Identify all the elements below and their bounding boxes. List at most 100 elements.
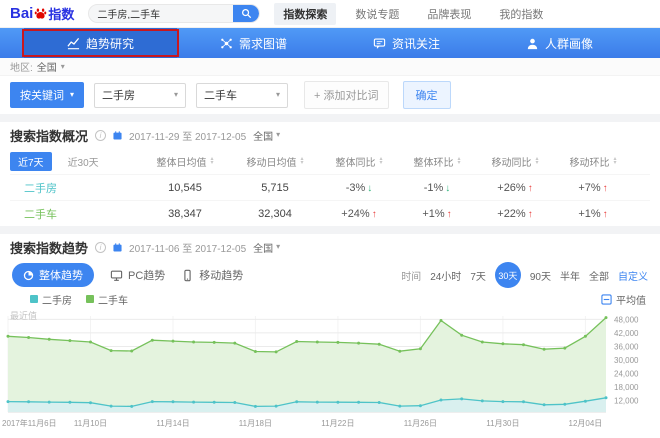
svg-text:48,000: 48,000 — [614, 315, 639, 324]
svg-text:11月14日: 11月14日 — [156, 419, 189, 428]
table-row: 二手车 38,347 32,304 +24% ↑ +1% ↑ +22% ↑ +1% ↑ — [10, 200, 650, 226]
row-change: +26% ↑ — [497, 181, 533, 194]
view-tabs: 整体趋势 PC趋势 移动趋势 — [12, 263, 243, 287]
arrow-down-icon: ↓ — [445, 182, 451, 194]
arrow-up-icon: ↑ — [371, 208, 377, 220]
range-tab[interactable]: 近7天 — [10, 151, 52, 171]
legend-swatch — [30, 295, 38, 303]
top-nav-item[interactable]: 数说专题 — [346, 3, 408, 25]
sort-icon: ▴ ▾ — [379, 156, 383, 166]
top-nav-item[interactable]: 品牌表现 — [418, 3, 480, 25]
chevron-down-icon: ▾ — [174, 90, 179, 99]
row-keyword[interactable]: 二手车 — [10, 206, 140, 222]
row-keyword[interactable]: 二手房 — [10, 180, 140, 196]
region-bar: 地区: 全国 ▾ — [0, 58, 660, 76]
section-divider — [0, 114, 660, 122]
keyword-inputs: 二手房 ▾ 二手车 ▾ — [94, 82, 289, 108]
row-value: 5,715 — [261, 181, 289, 194]
row-value: 38,347 — [168, 207, 202, 220]
view-tab-label: 整体趋势 — [39, 270, 83, 282]
search-button[interactable] — [233, 5, 260, 22]
sort-icon: ▴ ▾ — [457, 156, 461, 166]
view-tab[interactable]: PC趋势 — [110, 267, 165, 283]
search-input[interactable] — [89, 8, 234, 19]
subnav-item-news[interactable]: 资讯关注 — [330, 28, 483, 58]
trend-controls: 整体趋势 PC趋势 移动趋势 时间 24小时 7天 30天 90天 半年 全部 自定义 — [0, 260, 660, 290]
chevron-down-icon: ▾ — [276, 90, 281, 99]
row-change: +1% ↑ — [578, 207, 608, 220]
region-label: 地区: — [10, 63, 33, 74]
row-change: +1% ↑ — [422, 207, 452, 220]
info-icon[interactable]: i — [95, 241, 107, 253]
column-label: 移动环比 — [569, 157, 610, 169]
column-header[interactable]: 移动环比 ▴ ▾ — [554, 154, 632, 169]
svg-text:11月18日: 11月18日 — [239, 419, 272, 428]
section-divider — [0, 226, 660, 234]
overview-date-range: 2017-11-29 至 2017-12-05 — [129, 131, 247, 143]
column-label: 整体环比 — [413, 157, 454, 169]
sort-icon: ▴ ▾ — [210, 156, 214, 166]
keyword-mode-button[interactable]: 按关键词 ▾ — [10, 82, 85, 108]
mobile-icon — [181, 269, 194, 282]
overview-region-select[interactable]: 全国 ▾ — [253, 128, 280, 143]
region-value[interactable]: 全国 — [37, 59, 57, 74]
subnav-item-trend[interactable]: 趋势研究 — [22, 28, 179, 58]
overview-title: 搜索指数概况 — [10, 128, 89, 144]
top-nav-item[interactable]: 指数探索 — [274, 2, 337, 25]
chevron-down-icon: ▾ — [70, 90, 75, 99]
trend-icon — [67, 37, 80, 50]
keyword-input[interactable]: 二手房 ▾ — [94, 82, 187, 108]
top-nav-item[interactable]: 我的指数 — [490, 3, 552, 25]
legend-label: 二手车 — [98, 295, 128, 307]
column-header[interactable]: 移动日均值 ▴ ▾ — [230, 154, 320, 169]
time-range-option[interactable]: 24小时 — [430, 268, 461, 283]
trend-chart[interactable]: 48,000 42,000 36,000 30,000 24,000 18,000 12,0… — [0, 308, 660, 438]
column-header[interactable]: 整体同比 ▴ ▾ — [320, 154, 398, 169]
view-tab[interactable]: 整体趋势 — [12, 263, 94, 287]
overview-region-label: 全国 — [253, 131, 274, 143]
time-range-option[interactable]: 90天 — [530, 268, 551, 283]
range-tab[interactable]: 近30天 — [60, 152, 107, 171]
sort-icon: ▴ ▾ — [613, 156, 617, 166]
info-icon[interactable]: i — [95, 129, 107, 141]
overview-table: 近7天 近30天 整体日均值 ▴ ▾ 移动日均值 ▴ ▾ 整体同比 ▴ ▾ 整体环比 ▴ ▾ 移动同比 ▴ ▾… — [0, 148, 660, 226]
time-range-option[interactable]: 30天 — [494, 262, 521, 288]
keyword-text: 二手车 — [204, 90, 238, 102]
arrow-up-icon: ↑ — [527, 208, 533, 220]
row-value: 10,545 — [168, 181, 202, 194]
trend-header: 搜索指数趋势 i 2017-11-06 至 2017-12-05 全国 ▾ — [0, 234, 660, 260]
arrow-up-icon: ↑ — [602, 208, 608, 220]
average-label: 平均值 — [616, 295, 646, 307]
view-tab-label: 移动趋势 — [199, 270, 244, 282]
chevron-down-icon: ▾ — [276, 242, 281, 251]
column-header[interactable]: 移动同比 ▴ ▾ — [476, 154, 554, 169]
svg-text:18,000: 18,000 — [614, 383, 639, 392]
keyword-input[interactable]: 二手车 ▾ — [196, 82, 289, 108]
people-icon — [526, 37, 539, 50]
baidu-index-logo[interactable]: Bai 指数 — [10, 4, 74, 23]
subnav-item-label: 趋势研究 — [85, 36, 134, 51]
trend-region-select[interactable]: 全国 ▾ — [253, 240, 280, 255]
top-header: Bai 指数 指数探索数说专题品牌表现我的指数 — [0, 0, 660, 28]
sort-icon: ▴ ▾ — [535, 156, 539, 166]
logo-suffix: 指数 — [48, 7, 75, 22]
subnav-item-people[interactable]: 人群画像 — [483, 28, 636, 58]
view-tab[interactable]: 移动趋势 — [181, 267, 243, 283]
time-range-option[interactable]: 自定义 — [618, 268, 648, 283]
subnav-item-label: 需求图谱 — [238, 36, 287, 51]
legend-item[interactable]: 二手车 — [86, 292, 128, 307]
time-range-option[interactable]: 半年 — [560, 268, 580, 283]
chevron-down-icon: ▾ — [60, 61, 65, 71]
time-range-bar: 时间 24小时 7天 30天 90天 半年 全部 自定义 — [401, 262, 648, 288]
legend-item[interactable]: 二手房 — [30, 292, 72, 307]
add-compare-button[interactable]: + 添加对比词 — [304, 81, 389, 109]
time-range-option[interactable]: 7天 — [470, 268, 486, 283]
subnav-item-network[interactable]: 需求图谱 — [177, 28, 330, 58]
time-range-option[interactable]: 全部 — [589, 268, 609, 283]
confirm-button[interactable]: 确定 — [402, 81, 451, 109]
svg-text:30,000: 30,000 — [614, 356, 639, 365]
average-toggle[interactable]: 平均值 — [601, 292, 646, 307]
column-header[interactable]: 整体环比 ▴ ▾ — [398, 154, 476, 169]
column-header[interactable]: 整体日均值 ▴ ▾ — [140, 154, 230, 169]
row-value: 32,304 — [258, 207, 292, 220]
